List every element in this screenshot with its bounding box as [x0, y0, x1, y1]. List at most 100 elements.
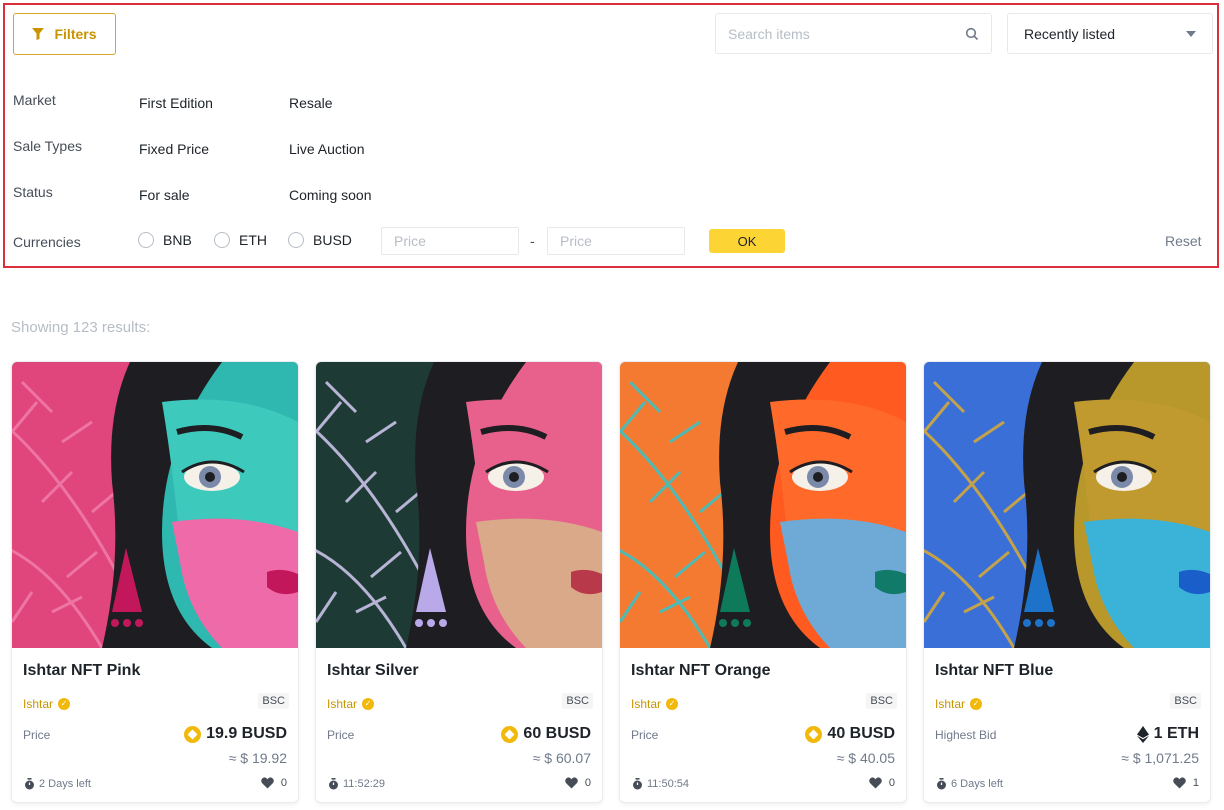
sale-types-label: Sale Types — [13, 138, 83, 154]
time-remaining-text: 6 Days left — [951, 778, 1003, 790]
chain-badge: BSC — [866, 693, 897, 709]
creator-link[interactable]: Ishtar ✓ — [23, 697, 71, 711]
nft-title[interactable]: Ishtar Silver — [327, 662, 419, 680]
market-option-resale[interactable]: Resale — [289, 95, 333, 111]
price-label: Highest Bid — [935, 728, 997, 742]
verified-badge-icon: ✓ — [58, 698, 71, 710]
currency-label-bnb: BNB — [163, 232, 192, 248]
market-option-first-edition[interactable]: First Edition — [139, 95, 213, 111]
price-amount: 40 BUSD — [827, 725, 895, 742]
stopwatch-icon — [329, 778, 338, 790]
status-label: Status — [13, 184, 53, 200]
currency-radio-bnb[interactable]: BNB — [138, 232, 192, 248]
nft-artwork — [316, 362, 602, 648]
price-usd: ≈ $ 1,071.25 — [1121, 750, 1199, 766]
reset-button[interactable]: Reset — [1165, 233, 1202, 249]
price-max-input[interactable] — [547, 227, 685, 255]
price-value: 1 ETH — [1136, 725, 1199, 743]
nft-image[interactable] — [316, 362, 602, 648]
currency-radio-busd[interactable]: BUSD — [288, 232, 352, 248]
verified-badge-icon: ✓ — [362, 698, 375, 710]
nft-title[interactable]: Ishtar NFT Orange — [631, 662, 771, 680]
like-button[interactable]: 0 — [869, 777, 895, 789]
creator-link[interactable]: Ishtar ✓ — [631, 697, 679, 711]
price-value: 19.9 BUSD — [184, 725, 287, 743]
nft-artwork — [620, 362, 906, 648]
sale-type-option-live-auction[interactable]: Live Auction — [289, 141, 365, 157]
nft-card[interactable]: Ishtar NFT Orange Ishtar ✓ BSC Price 40 … — [619, 361, 907, 803]
price-label: Price — [23, 728, 51, 742]
heart-icon[interactable] — [261, 777, 274, 789]
stopwatch-icon — [633, 778, 642, 790]
price-amount: 1 ETH — [1153, 725, 1199, 742]
price-usd: ≈ $ 60.07 — [532, 750, 591, 766]
price-usd: ≈ $ 19.92 — [228, 750, 287, 766]
like-count: 1 — [1192, 777, 1199, 789]
currency-label-eth: ETH — [239, 232, 267, 248]
like-button[interactable]: 1 — [1173, 777, 1199, 789]
busd-icon — [805, 725, 823, 743]
status-option-coming-soon[interactable]: Coming soon — [289, 187, 372, 203]
creator-name: Ishtar — [935, 697, 966, 711]
time-remaining-text: 2 Days left — [39, 778, 91, 790]
filters-button-label: Filters — [54, 26, 97, 42]
time-remaining-text: 11:52:29 — [343, 778, 386, 790]
stopwatch-icon — [937, 778, 946, 790]
stopwatch-icon — [25, 778, 34, 790]
sort-dropdown[interactable]: Recently listed — [1007, 13, 1213, 54]
creator-link[interactable]: Ishtar ✓ — [935, 697, 983, 711]
nft-card[interactable]: Ishtar NFT Blue Ishtar ✓ BSC Highest Bid… — [923, 361, 1211, 803]
chain-badge: BSC — [258, 693, 289, 709]
like-count: 0 — [584, 777, 591, 789]
status-option-for-sale[interactable]: For sale — [139, 187, 190, 203]
like-count: 0 — [888, 777, 895, 789]
filter-panel: Filters Recently listed Market First Edi… — [3, 3, 1219, 268]
time-remaining: 6 Days left — [936, 778, 1003, 790]
currency-label-busd: BUSD — [313, 232, 352, 248]
sale-type-option-fixed-price[interactable]: Fixed Price — [139, 141, 209, 157]
nft-image[interactable] — [12, 362, 298, 648]
like-button[interactable]: 0 — [261, 777, 287, 789]
sort-dropdown-value: Recently listed — [1024, 25, 1116, 42]
price-label: Price — [327, 728, 355, 742]
time-remaining: 11:50:54 — [632, 778, 689, 790]
funnel-icon — [32, 28, 45, 40]
price-amount: 60 BUSD — [523, 725, 591, 742]
search-box[interactable] — [715, 13, 992, 54]
radio-circle[interactable] — [288, 232, 304, 248]
time-remaining: 11:52:29 — [328, 778, 385, 790]
market-label: Market — [13, 92, 56, 108]
price-label: Price — [631, 728, 659, 742]
eth-icon — [1136, 725, 1149, 743]
creator-name: Ishtar — [631, 697, 662, 711]
heart-icon[interactable] — [869, 777, 882, 789]
time-remaining: 2 Days left — [24, 778, 91, 790]
verified-badge-icon: ✓ — [970, 698, 983, 710]
nft-card[interactable]: Ishtar Silver Ishtar ✓ BSC Price 60 BUSD… — [315, 361, 603, 803]
heart-icon[interactable] — [565, 777, 578, 789]
radio-circle[interactable] — [214, 232, 230, 248]
radio-circle[interactable] — [138, 232, 154, 248]
search-icon[interactable] — [965, 27, 979, 41]
like-button[interactable]: 0 — [565, 777, 591, 789]
ok-button[interactable]: OK — [709, 229, 785, 253]
filters-button[interactable]: Filters — [13, 13, 116, 55]
creator-link[interactable]: Ishtar ✓ — [327, 697, 375, 711]
nft-image[interactable] — [620, 362, 906, 648]
creator-name: Ishtar — [23, 697, 54, 711]
currency-radio-eth[interactable]: ETH — [214, 232, 267, 248]
nft-card[interactable]: Ishtar NFT Pink Ishtar ✓ BSC Price 19.9 … — [11, 361, 299, 803]
price-range-separator: - — [530, 233, 535, 249]
price-min-input[interactable] — [381, 227, 519, 255]
currencies-label: Currencies — [13, 234, 81, 250]
nft-artwork — [12, 362, 298, 648]
busd-icon — [184, 725, 202, 743]
nft-title[interactable]: Ishtar NFT Pink — [23, 662, 140, 680]
price-usd: ≈ $ 40.05 — [836, 750, 895, 766]
nft-title[interactable]: Ishtar NFT Blue — [935, 662, 1053, 680]
nft-image[interactable] — [924, 362, 1210, 648]
chain-badge: BSC — [1170, 693, 1201, 709]
search-input[interactable] — [728, 25, 965, 42]
heart-icon[interactable] — [1173, 777, 1186, 789]
busd-icon — [501, 725, 519, 743]
